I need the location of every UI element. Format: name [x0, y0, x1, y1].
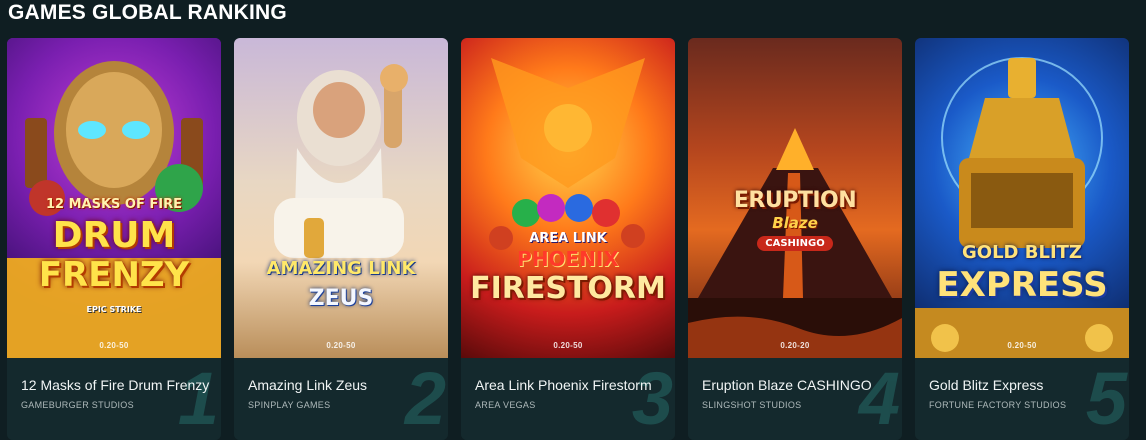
game-ranking-list: 12 MASKS OF FIRE DRUM FRENZY EPIC STRIKE… — [7, 38, 1146, 440]
stake-range: 0.20-20 — [780, 341, 810, 350]
game-info: 2 Amazing Link Zeus SPINPLAY GAMES — [234, 358, 448, 440]
logo-line-3: FIRESTORM — [470, 271, 666, 306]
logo-line-1: ERUPTION — [733, 188, 857, 213]
logo-line-2: DRUM — [52, 215, 176, 256]
studio-name: AREA VEGAS — [475, 400, 536, 410]
gold-train-artwork — [915, 57, 1129, 358]
logo-line-2: PHOENIX — [517, 247, 619, 271]
logo-line-1: GOLD BLITZ — [962, 242, 1082, 263]
game-info: 3 Area Link Phoenix Firestorm AREA VEGAS — [461, 358, 675, 440]
game-name[interactable]: Eruption Blaze CASHINGO — [702, 377, 872, 393]
studio-name: GAMEBURGER STUDIOS — [21, 400, 134, 410]
logo-line-3: FRENZY — [38, 255, 190, 295]
game-card-eruption-blaze-cashingo[interactable]: ERUPTION Blaze CASHINGO 0.20-20 4 Erupti… — [688, 38, 902, 440]
logo-badge: EPIC STRIKE — [86, 305, 142, 314]
logo-line-2: EXPRESS — [936, 265, 1108, 305]
logo-line-1: AREA LINK — [529, 231, 607, 246]
logo-line-3: CASHINGO — [757, 236, 833, 251]
game-name[interactable]: Area Link Phoenix Firestorm — [475, 377, 652, 393]
game-info: 1 12 Masks of Fire Drum Frenzy GAMEBURGE… — [7, 358, 221, 440]
stake-range: 0.20-50 — [326, 341, 356, 350]
game-thumbnail[interactable]: 12 MASKS OF FIRE DRUM FRENZY EPIC STRIKE… — [7, 38, 221, 358]
section-title: GAMES GLOBAL RANKING — [8, 1, 287, 24]
game-name[interactable]: Amazing Link Zeus — [248, 377, 367, 393]
logo-line-3-wrapper: CASHINGO — [688, 236, 902, 251]
game-thumbnail[interactable]: ERUPTION Blaze CASHINGO 0.20-20 — [688, 38, 902, 358]
studio-name: SPINPLAY GAMES — [248, 400, 331, 410]
logo-line-1: AMAZING LINK — [266, 258, 416, 279]
game-card-amazing-link-zeus[interactable]: AMAZING LINK ZEUS 0.20-50 2 Amazing Link… — [234, 38, 448, 440]
game-info: 4 Eruption Blaze CASHINGO SLINGSHOT STUD… — [688, 358, 902, 440]
game-card-area-link-phoenix-firestorm[interactable]: AREA LINK PHOENIX FIRESTORM 0.20-50 3 Ar… — [461, 38, 675, 440]
studio-name: SLINGSHOT STUDIOS — [702, 400, 802, 410]
stake-range: 0.20-50 — [553, 341, 583, 350]
rank-number: 4 — [858, 357, 900, 440]
phoenix-artwork — [489, 58, 645, 250]
game-name[interactable]: Gold Blitz Express — [929, 377, 1043, 393]
game-card-12-masks-of-fire-drum-frenzy[interactable]: 12 MASKS OF FIRE DRUM FRENZY EPIC STRIKE… — [7, 38, 221, 440]
logo-line-2: ZEUS — [308, 286, 374, 311]
logo-line-1: 12 MASKS OF FIRE — [45, 197, 182, 212]
stake-range: 0.20-50 — [99, 341, 129, 350]
game-name[interactable]: 12 Masks of Fire Drum Frenzy — [21, 377, 209, 393]
game-thumbnail[interactable]: GOLD BLITZ EXPRESS 0.20-50 — [915, 38, 1129, 358]
game-thumbnail[interactable]: AREA LINK PHOENIX FIRESTORM 0.20-50 — [461, 38, 675, 358]
game-card-gold-blitz-express[interactable]: GOLD BLITZ EXPRESS 0.20-50 5 Gold Blitz … — [915, 38, 1129, 440]
rank-number: 2 — [404, 357, 446, 440]
studio-name: FORTUNE FACTORY STUDIOS — [929, 400, 1067, 410]
stake-range: 0.20-50 — [1007, 341, 1037, 350]
game-info: 5 Gold Blitz Express FORTUNE FACTORY STU… — [915, 358, 1129, 440]
game-thumbnail[interactable]: AMAZING LINK ZEUS 0.20-50 — [234, 38, 448, 358]
rank-number: 3 — [631, 357, 673, 440]
rank-number: 1 — [177, 357, 219, 440]
rank-number: 5 — [1085, 357, 1127, 440]
logo-line-2: Blaze — [772, 214, 818, 232]
